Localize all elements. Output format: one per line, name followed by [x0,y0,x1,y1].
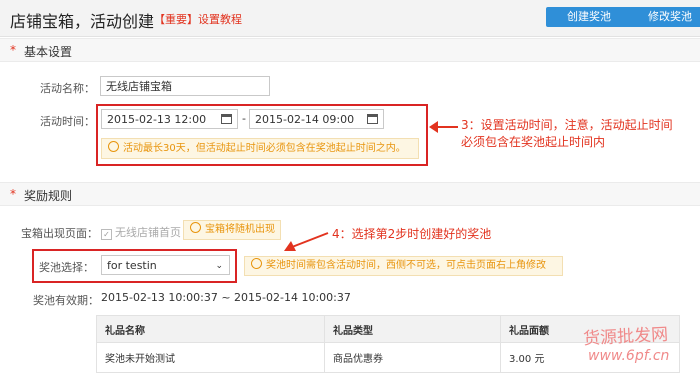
annotation-step-3-line1: 3：设置活动时间，注意，活动起止时间 [461,118,673,132]
activity-name-label: 活动名称： [40,82,95,95]
lightbulb-icon [108,141,119,152]
pool-select-label: 奖池选择： [39,261,94,274]
pool-select-value: for testin [107,259,157,272]
page-hint-text: 宝箱将随机出现 [205,224,275,235]
pool-hint-text: 奖池时间需包含活动时间，西侧不可选，可点击页面右上角修改 [266,260,546,271]
activity-name-input[interactable]: 无线店铺宝箱 [100,76,270,96]
arrow-icon [284,232,329,251]
tutorial-link[interactable]: 【重要】设置教程 [154,11,242,27]
column-header: 礼品名称 [96,315,325,343]
validity-label: 奖池有效期： [33,294,99,307]
table-cell: 奖池未开始测试 [96,342,325,373]
start-time-value: 2015-02-13 12:00 [107,113,207,126]
checkbox-icon[interactable]: ✓ [101,229,112,240]
validity-value: 2015-02-13 10:00:37 ~ 2015-02-14 10:00:3… [101,291,351,304]
watermark-url: www.6pf.cn [588,348,670,364]
end-time-value: 2015-02-14 09:00 [255,113,355,126]
annotation-step-4: 4：选择第2步时创建好的奖池 [332,227,492,241]
time-hint-text: 活动最长30天，但活动起止时间必须包含在奖池起止时间之内。 [123,143,406,154]
required-mark: * [10,43,16,57]
watermark: 货源批发网 [582,324,669,350]
lightbulb-icon [251,258,262,269]
page-option-label: 无线店铺首页 [115,226,181,239]
arrow-icon [429,121,458,133]
calendar-icon[interactable] [221,114,232,124]
page-hint: 宝箱将随机出现 [183,220,281,240]
annotation-step-3: 3：设置活动时间，注意，活动起止时间 必须包含在奖池起止时间内 [461,117,673,151]
section-title: 奖励规则 [24,189,73,203]
section-title: 基本设置 [24,45,73,59]
page-label: 宝箱出现页面： [21,227,98,240]
pool-select[interactable]: for testin ⌄ [101,255,230,275]
table-cell: 商品优惠券 [324,342,501,373]
pool-hint: 奖池时间需包含活动时间，西侧不可选，可点击页面右上角修改 [244,256,563,276]
chevron-down-icon[interactable]: ⌄ [215,256,223,276]
annotation-step-3-line2: 必须包含在奖池起止时间内 [461,135,606,149]
lightbulb-icon [190,222,201,233]
end-time-input[interactable]: 2015-02-14 09:00 [249,109,384,129]
time-separator: - [242,112,246,125]
reward-rules-section-header: * 奖励规则 [0,182,700,206]
basic-settings-section-header: * 基本设置 [0,38,700,62]
start-time-input[interactable]: 2015-02-13 12:00 [101,109,238,129]
page-option[interactable]: ✓ 无线店铺首页 [101,224,181,240]
page-title: 店铺宝箱，活动创建 [10,12,155,31]
time-hint: 活动最长30天，但活动起止时间必须包含在奖池起止时间之内。 [101,138,419,159]
required-mark: * [10,187,16,201]
activity-time-label: 活动时间： [40,115,95,128]
calendar-icon[interactable] [367,114,378,124]
edit-pool-button[interactable]: 修改奖池 [629,7,700,27]
column-header: 礼品类型 [324,315,501,343]
create-pool-button[interactable]: 创建奖池 [546,7,632,27]
